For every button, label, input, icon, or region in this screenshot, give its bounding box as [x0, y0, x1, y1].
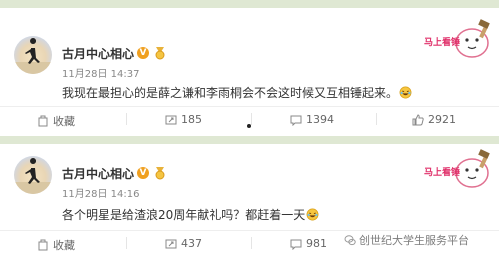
post-time[interactable]: 11月28日 14:16	[62, 185, 139, 200]
favorite-icon	[38, 239, 48, 251]
separator	[126, 237, 127, 249]
favorite-label: 收藏	[53, 239, 75, 252]
laugh-cry-emoji-icon	[306, 208, 319, 221]
post-content: 我现在最担心的是薛之谦和李雨桐会不会这时候又互相锤起来。	[62, 84, 412, 101]
comment-icon	[290, 115, 302, 126]
forward-button[interactable]: 185	[165, 113, 202, 126]
sticker-text: 马上看锤	[424, 166, 460, 178]
like-button[interactable]: 2921	[412, 113, 456, 126]
forward-icon	[165, 115, 177, 124]
forward-count: 437	[181, 237, 202, 250]
medal-icon[interactable]	[153, 46, 167, 60]
comment-button[interactable]: 1394	[290, 113, 334, 126]
username[interactable]: 古月中心相心	[62, 45, 134, 62]
comment-count: 981	[306, 237, 327, 250]
feed-divider	[0, 0, 499, 8]
sticker-image: 马上看锤	[422, 18, 492, 64]
scroll-dot	[247, 124, 251, 128]
post-content: 各个明星是给渣浪20周年献礼吗？都赶着一天	[62, 206, 319, 223]
wechat-icon	[344, 235, 356, 246]
avatar[interactable]	[14, 36, 52, 74]
post-time[interactable]: 11月28日 14:37	[62, 65, 139, 80]
separator	[251, 237, 252, 249]
favorite-icon	[38, 115, 48, 127]
separator	[126, 113, 127, 125]
separator	[251, 113, 252, 125]
favorite-label: 收藏	[53, 115, 75, 128]
username[interactable]: 古月中心相心	[62, 165, 134, 182]
sticker-text: 马上看锤	[424, 36, 460, 48]
verified-v-icon[interactable]: V	[137, 47, 149, 59]
verified-v-icon[interactable]: V	[137, 167, 149, 179]
separator	[376, 113, 377, 125]
forward-count: 185	[181, 113, 202, 126]
forward-button[interactable]: 437	[165, 237, 202, 250]
avatar[interactable]	[14, 156, 52, 194]
post-text: 我现在最担心的是薛之谦和李雨桐会不会这时候又互相锤起来。	[62, 86, 399, 100]
weibo-post: 古月中心相心 V 11月28日 14:37 我现在最担心的是薛之谦和李雨桐会不会…	[0, 8, 499, 136]
comment-button[interactable]: 981	[290, 237, 327, 250]
favorite-button[interactable]: 收藏	[37, 237, 75, 253]
comment-icon	[290, 239, 302, 250]
watermark-text: 创世纪大学生服务平台	[359, 234, 469, 247]
post-text: 各个明星是给渣浪20周年献礼吗？都赶着一天	[62, 208, 306, 222]
sticker-image: 马上看锤	[422, 148, 492, 194]
like-count: 2921	[428, 113, 456, 126]
medal-icon[interactable]	[153, 166, 167, 180]
comment-count: 1394	[306, 113, 334, 126]
laugh-cry-emoji-icon	[399, 86, 412, 99]
watermark: 创世纪大学生服务平台	[344, 232, 469, 248]
favorite-button[interactable]: 收藏	[37, 113, 75, 129]
feed-divider	[0, 136, 499, 144]
forward-icon	[165, 239, 177, 248]
thumbs-up-icon	[412, 113, 424, 125]
